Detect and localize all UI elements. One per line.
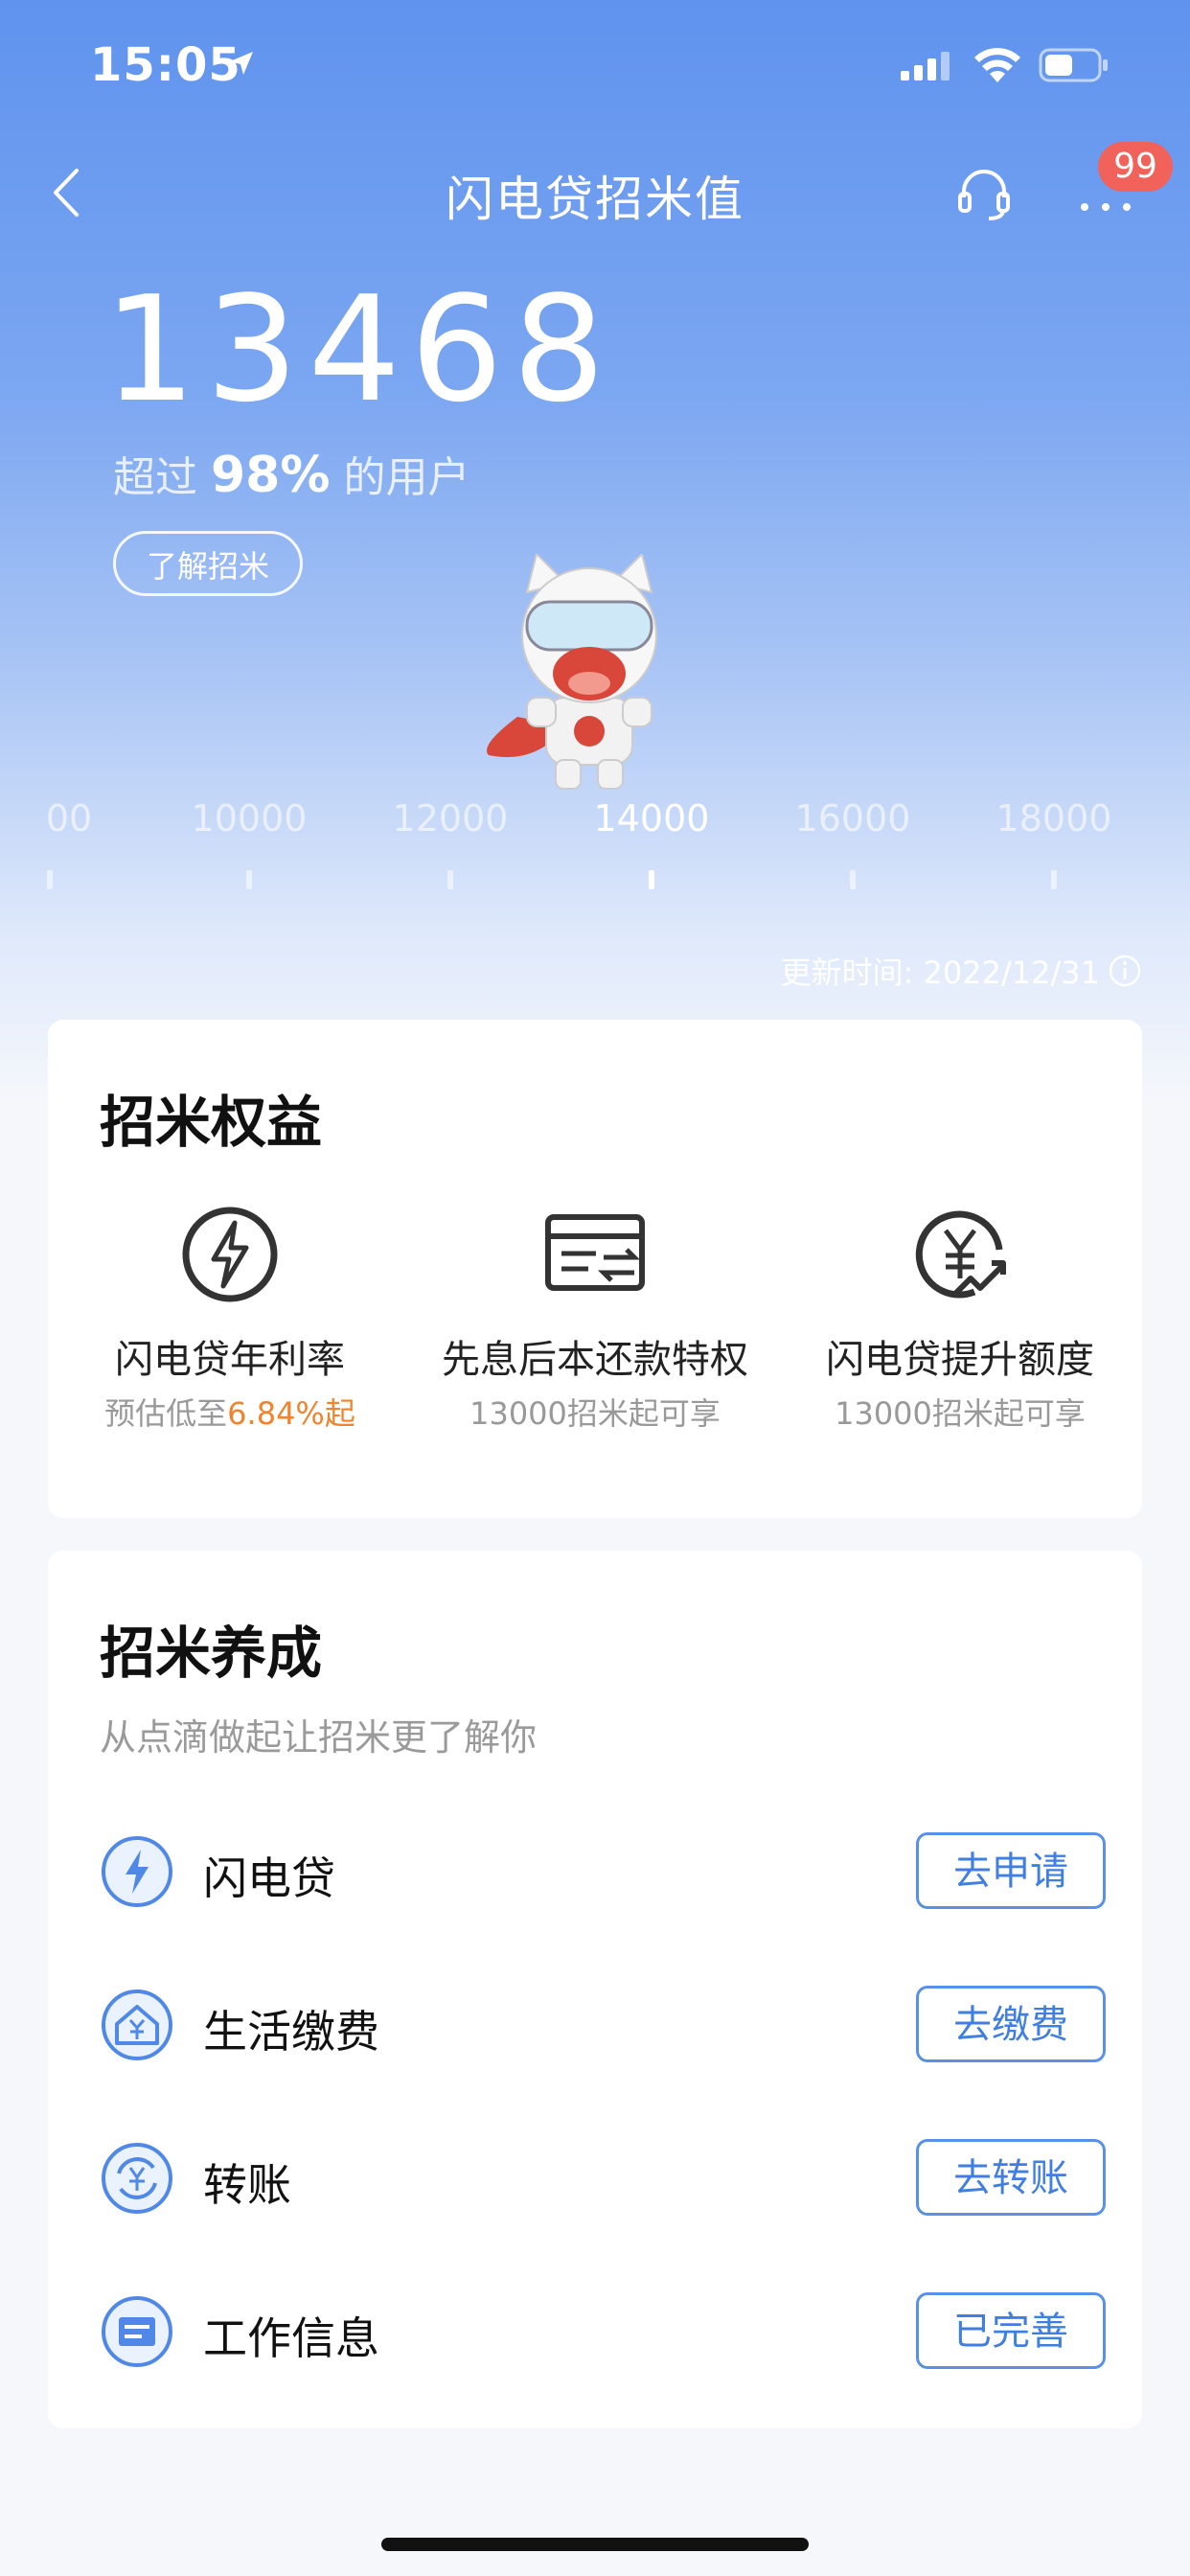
transfer-button[interactable]: 去转账 (916, 2139, 1106, 2216)
house-yen-icon (102, 1990, 172, 2060)
card-transfer-icon (545, 1214, 645, 1291)
pay-button[interactable]: 去缴费 (916, 1986, 1106, 2062)
yen-up-icon (915, 1210, 1006, 1299)
location-arrow-icon (230, 52, 253, 75)
benefit-desc: 预估低至6.84%起 (104, 1395, 355, 1432)
customer-service-headset-icon[interactable] (954, 163, 1014, 222)
completed-button[interactable]: 已完善 (916, 2292, 1106, 2369)
learn-more-button[interactable]: 了解招米 (113, 531, 303, 596)
nav-bar: 闪电贷招米值 99 (0, 142, 1190, 230)
benefits-title: 招米权益 (100, 1090, 323, 1155)
beat-suffix: 的用户 (343, 453, 470, 502)
lightning-circle-icon (102, 1836, 172, 1907)
lightning-icon (182, 1207, 278, 1302)
list-item-work-info: 工作信息 已完善 (100, 2292, 1106, 2371)
ruler-tick-label: 14000 (593, 797, 710, 840)
row-label: 工作信息 (203, 2312, 379, 2364)
score-percentile: 超过 98% 的用户 (113, 443, 469, 504)
score-ruler[interactable]: 00 10000 12000 14000 16000 18000 (0, 797, 1190, 903)
notification-badge: 99 (1098, 142, 1173, 192)
home-indicator[interactable] (381, 2538, 809, 2551)
benefit-desc: 13000招米起可享 (835, 1395, 1086, 1432)
ruler-tick-label: 12000 (392, 797, 509, 840)
apply-button[interactable]: 去申请 (916, 1832, 1106, 1909)
row-label: 生活缴费 (203, 2006, 379, 2058)
update-time: 更新时间: 2022/12/31 (781, 949, 1142, 993)
ruler-tick-mark (1051, 870, 1057, 889)
benefit-interest-first[interactable]: 先息后本还款特权 13000招米起可享 (413, 1202, 777, 1434)
ruler-tick-mark (850, 870, 856, 889)
update-time-text: 更新时间: 2022/12/31 (780, 954, 1100, 991)
status-time: 15:05 (90, 38, 241, 92)
ruler-tick-label: 18000 (995, 797, 1112, 840)
cultivate-card: 招米养成 从点滴做起让招米更了解你 闪电贷 去申请 生活缴费 去缴费 转账 去转… (48, 1551, 1142, 2428)
list-item-utility-payment: 生活缴费 去缴费 (100, 1986, 1106, 2064)
beat-percent: 98% (211, 447, 331, 504)
cultivate-subtitle: 从点滴做起让招米更了解你 (100, 1716, 538, 1759)
benefit-rate[interactable]: 闪电贷年利率 预估低至6.84%起 (48, 1202, 412, 1434)
ruler-tick-label: 00 (45, 797, 93, 840)
benefit-desc: 13000招米起可享 (469, 1395, 721, 1432)
id-card-icon (102, 2296, 172, 2367)
cellular-signal-icon (901, 52, 950, 80)
row-label: 转账 (203, 2159, 291, 2211)
cultivate-title: 招米养成 (100, 1621, 323, 1686)
row-label: 闪电贷 (203, 1852, 335, 1904)
status-bar: 15:05 (0, 38, 1190, 96)
score-value: 13468 (103, 264, 615, 434)
ruler-tick-mark (47, 870, 53, 889)
benefits-card: 招米权益 闪电贷年利率 预估低至6.84%起 先息后本还款特权 13000招米起… (48, 1020, 1142, 1518)
ruler-tick-mark (447, 870, 453, 889)
benefit-name: 先息后本还款特权 (442, 1338, 748, 1382)
battery-icon (1039, 48, 1108, 82)
ruler-tick-label: 16000 (794, 797, 911, 840)
ruler-tick-mark (246, 870, 252, 889)
ruler-tick-label: 10000 (191, 797, 308, 840)
list-item-transfer: 转账 去转账 (100, 2139, 1106, 2218)
benefit-limit-raise[interactable]: 闪电贷提升额度 13000招米起可享 (778, 1202, 1142, 1434)
beat-prefix: 超过 (113, 453, 197, 502)
list-item-flash-loan: 闪电贷 去申请 (100, 1832, 1106, 1911)
info-icon[interactable] (1108, 954, 1142, 988)
yen-cycle-icon (102, 2143, 172, 2214)
cat-mascot-image (487, 554, 657, 790)
ruler-tick-mark (649, 870, 654, 889)
benefit-name: 闪电贷年利率 (115, 1338, 345, 1382)
wifi-icon (974, 48, 1020, 82)
benefit-name: 闪电贷提升额度 (826, 1338, 1094, 1382)
